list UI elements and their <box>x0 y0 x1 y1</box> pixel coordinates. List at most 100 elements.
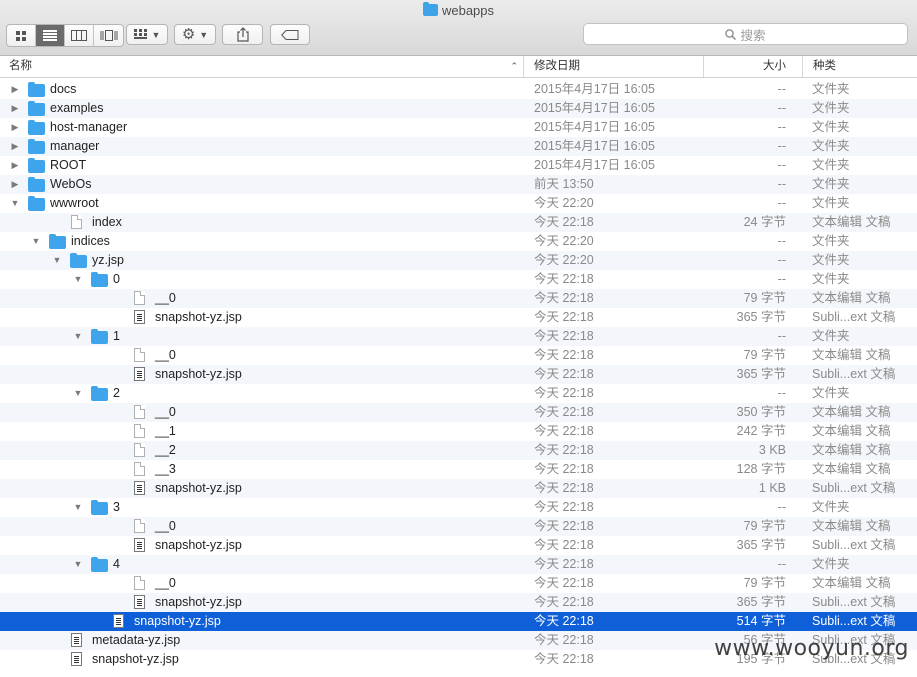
folder-icon <box>28 196 45 211</box>
folder-icon <box>91 386 108 401</box>
disclosure-open-icon[interactable]: ▼ <box>73 270 83 289</box>
file-kind: 文件夹 <box>812 272 850 286</box>
disclosure-closed-icon[interactable]: ▶ <box>10 137 20 156</box>
file-date: 2015年4月17日 16:05 <box>534 120 655 134</box>
file-row[interactable]: __0 今天 22:18 79 字节 文本编辑 文稿 <box>0 289 917 308</box>
folder-row[interactable]: ▼ wwwroot 今天 22:20 -- 文件夹 <box>0 194 917 213</box>
file-size: -- <box>777 557 786 571</box>
file-row[interactable]: __0 今天 22:18 350 字节 文本编辑 文稿 <box>0 403 917 422</box>
disclosure-open-icon[interactable]: ▼ <box>10 194 20 213</box>
folder-row[interactable]: ▼ yz.jsp 今天 22:20 -- 文件夹 <box>0 251 917 270</box>
folder-row[interactable]: ▶ manager 2015年4月17日 16:05 -- 文件夹 <box>0 137 917 156</box>
file-row[interactable]: index 今天 22:18 24 字节 文本编辑 文稿 <box>0 213 917 232</box>
column-header-size[interactable]: 大小 <box>703 56 802 77</box>
file-size: -- <box>777 253 786 267</box>
file-date: 今天 22:18 <box>534 519 594 533</box>
folder-row[interactable]: ▶ WebOs 前天 13:50 -- 文件夹 <box>0 175 917 194</box>
folder-row[interactable]: ▼ 4 今天 22:18 -- 文件夹 <box>0 555 917 574</box>
column-view-icon <box>71 30 87 41</box>
window-title: webapps <box>0 2 917 18</box>
folder-row[interactable]: ▼ 2 今天 22:18 -- 文件夹 <box>0 384 917 403</box>
folder-icon <box>91 500 108 515</box>
disclosure-closed-icon[interactable]: ▶ <box>10 156 20 175</box>
share-button[interactable] <box>222 24 263 45</box>
folder-row[interactable]: ▶ ROOT 2015年4月17日 16:05 -- 文件夹 <box>0 156 917 175</box>
file-row[interactable]: snapshot-yz.jsp 今天 22:18 514 字节 Subli...ext… <box>0 612 917 631</box>
file-row[interactable]: snapshot-yz.jsp 今天 22:18 1 KB Subli...ext 文… <box>0 479 917 498</box>
tag-button[interactable] <box>270 24 310 45</box>
file-date: 今天 22:18 <box>534 633 594 647</box>
file-name: __3 <box>155 462 176 476</box>
file-row[interactable]: __0 今天 22:18 79 字节 文本编辑 文稿 <box>0 574 917 593</box>
coverflow-view-button[interactable] <box>94 25 123 46</box>
file-date: 前天 13:50 <box>534 177 594 191</box>
file-row[interactable]: snapshot-yz.jsp 今天 22:18 365 字节 Subli...ext… <box>0 536 917 555</box>
disclosure-closed-icon[interactable]: ▶ <box>10 99 20 118</box>
file-date: 今天 22:18 <box>534 348 594 362</box>
file-date: 今天 22:18 <box>534 595 594 609</box>
source-file-icon <box>113 614 124 628</box>
text-document-icon <box>134 576 145 590</box>
window-title-text: webapps <box>441 3 495 18</box>
file-date: 今天 22:18 <box>534 481 594 495</box>
file-name: __2 <box>155 443 176 457</box>
file-size: 365 字节 <box>736 595 786 609</box>
text-document-icon <box>134 519 145 533</box>
text-document-icon <box>134 348 145 362</box>
file-date: 今天 22:18 <box>534 576 594 590</box>
view-mode-segmented-control <box>6 24 124 47</box>
sort-ascending-icon: ⌃ <box>510 61 518 71</box>
file-row[interactable]: __3 今天 22:18 128 字节 文本编辑 文稿 <box>0 460 917 479</box>
column-header-name[interactable]: 名称 ⌃ <box>9 56 521 77</box>
folder-row[interactable]: ▶ examples 2015年4月17日 16:05 -- 文件夹 <box>0 99 917 118</box>
file-row[interactable]: snapshot-yz.jsp 今天 22:18 365 字节 Subli...ext… <box>0 365 917 384</box>
file-date: 今天 22:18 <box>534 386 594 400</box>
file-kind: 文件夹 <box>812 139 850 153</box>
arrange-button[interactable]: ▼ <box>126 24 168 45</box>
file-size: -- <box>777 158 786 172</box>
search-field[interactable]: 搜索 <box>583 23 908 45</box>
column-header-kind[interactable]: 种类 <box>802 56 917 77</box>
folder-row[interactable]: ▶ docs 2015年4月17日 16:05 -- 文件夹 <box>0 80 917 99</box>
disclosure-open-icon[interactable]: ▼ <box>73 327 83 346</box>
file-row[interactable]: __2 今天 22:18 3 KB 文本编辑 文稿 <box>0 441 917 460</box>
folder-row[interactable]: ▼ 0 今天 22:18 -- 文件夹 <box>0 270 917 289</box>
folder-row[interactable]: ▶ host-manager 2015年4月17日 16:05 -- 文件夹 <box>0 118 917 137</box>
file-row[interactable]: __0 今天 22:18 79 字节 文本编辑 文稿 <box>0 346 917 365</box>
file-name: __0 <box>155 291 176 305</box>
text-document-icon <box>134 462 145 476</box>
file-row[interactable]: __0 今天 22:18 79 字节 文本编辑 文稿 <box>0 517 917 536</box>
disclosure-closed-icon[interactable]: ▶ <box>10 80 20 99</box>
file-name: ROOT <box>50 158 87 172</box>
file-row[interactable]: snapshot-yz.jsp 今天 22:18 365 字节 Subli...ext… <box>0 593 917 612</box>
icon-view-button[interactable] <box>7 25 36 46</box>
file-name: __0 <box>155 348 176 362</box>
file-date: 今天 22:18 <box>534 538 594 552</box>
folder-row[interactable]: ▼ 3 今天 22:18 -- 文件夹 <box>0 498 917 517</box>
disclosure-open-icon[interactable]: ▼ <box>73 498 83 517</box>
list-view-button[interactable] <box>36 25 65 46</box>
file-date: 今天 22:18 <box>534 405 594 419</box>
folder-icon <box>422 2 438 16</box>
text-document-icon <box>134 291 145 305</box>
file-row[interactable]: __1 今天 22:18 242 字节 文本编辑 文稿 <box>0 422 917 441</box>
disclosure-closed-icon[interactable]: ▶ <box>10 118 20 137</box>
file-name: manager <box>50 139 100 153</box>
file-name: __0 <box>155 519 176 533</box>
file-kind: 文件夹 <box>812 177 850 191</box>
file-kind: 文本编辑 文稿 <box>812 576 891 590</box>
disclosure-open-icon[interactable]: ▼ <box>73 384 83 403</box>
column-header-date[interactable]: 修改日期 <box>523 56 703 77</box>
file-size: -- <box>777 234 786 248</box>
disclosure-open-icon[interactable]: ▼ <box>31 232 41 251</box>
column-view-button[interactable] <box>65 25 94 46</box>
action-button[interactable]: ⚙ ▼ <box>174 24 216 45</box>
folder-row[interactable]: ▼ 1 今天 22:18 -- 文件夹 <box>0 327 917 346</box>
folder-row[interactable]: ▼ indices 今天 22:20 -- 文件夹 <box>0 232 917 251</box>
file-date: 今天 22:18 <box>534 614 594 628</box>
disclosure-open-icon[interactable]: ▼ <box>73 555 83 574</box>
file-kind: 文件夹 <box>812 158 850 172</box>
disclosure-closed-icon[interactable]: ▶ <box>10 175 20 194</box>
disclosure-open-icon[interactable]: ▼ <box>52 251 62 270</box>
file-row[interactable]: snapshot-yz.jsp 今天 22:18 365 字节 Subli...ext… <box>0 308 917 327</box>
